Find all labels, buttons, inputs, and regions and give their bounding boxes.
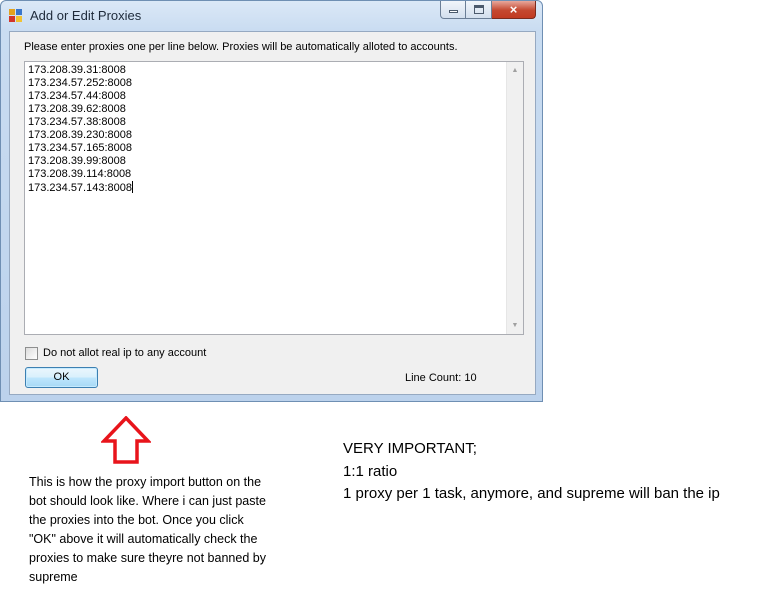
proxies-textarea[interactable]: 173.208.39.31:8008 173.234.57.252:8008 173…	[24, 61, 524, 335]
proxy-line: 173.208.39.114:8008	[28, 168, 132, 180]
proxy-line: 173.234.57.38:8008	[28, 116, 126, 128]
dialog-body: Please enter proxies one per line below.…	[9, 31, 536, 395]
proxy-line: 173.234.57.165:8008	[28, 142, 132, 154]
proxy-line: 173.208.39.230:8008	[28, 129, 132, 141]
maximize-icon	[474, 5, 484, 14]
text-caret	[132, 181, 133, 193]
app-icon	[9, 9, 23, 23]
line-count: Line Count: 10	[405, 372, 477, 384]
title-bar[interactable]: Add or Edit Proxies ×	[1, 1, 542, 31]
proxy-import-note: This is how the proxy import button on t…	[29, 475, 266, 584]
proxy-line: 173.234.57.143:8008	[28, 181, 133, 194]
proxy-list: 173.208.39.31:8008 173.234.57.252:8008 173…	[28, 64, 133, 195]
important-note: VERY IMPORTANT; 1:1 ratio 1 proxy per 1 …	[343, 438, 753, 506]
ratio-line: 1:1 ratio	[343, 462, 398, 480]
ok-button[interactable]: OK	[25, 367, 98, 388]
window-title: Add or Edit Proxies	[30, 8, 142, 23]
close-button[interactable]: ×	[492, 1, 536, 19]
important-heading: VERY IMPORTANT;	[343, 440, 477, 457]
ban-warning: 1 proxy per 1 task, anymore, and supreme…	[343, 485, 720, 502]
close-icon: ×	[509, 2, 518, 17]
line-count-label: Line Count:	[405, 372, 462, 384]
no-real-ip-label[interactable]: Do not allot real ip to any account	[43, 347, 206, 359]
line-count-value: 10	[464, 372, 477, 384]
no-real-ip-option[interactable]: Do not allot real ip to any account	[25, 345, 206, 361]
minimize-button[interactable]	[440, 1, 466, 19]
scroll-down-icon[interactable]: ▼	[507, 317, 523, 334]
proxy-line: 173.208.39.31:8008	[28, 64, 126, 76]
instructions-label: Please enter proxies one per line below.…	[24, 41, 458, 53]
proxy-line: 173.234.57.44:8008	[28, 90, 126, 102]
window-controls: ×	[440, 1, 536, 20]
scroll-up-icon[interactable]: ▲	[507, 62, 523, 79]
up-arrow-icon	[101, 416, 151, 464]
proxy-line: 173.208.39.62:8008	[28, 103, 126, 115]
proxy-line: 173.234.57.252:8008	[28, 77, 132, 89]
add-edit-proxies-window: Add or Edit Proxies × Please enter proxi…	[0, 0, 543, 402]
no-real-ip-checkbox[interactable]	[25, 346, 38, 360]
proxy-line: 173.208.39.99:8008	[28, 155, 126, 167]
vertical-scrollbar[interactable]: ▲ ▼	[506, 62, 523, 334]
maximize-button[interactable]	[466, 1, 492, 19]
minimize-icon	[449, 10, 458, 13]
